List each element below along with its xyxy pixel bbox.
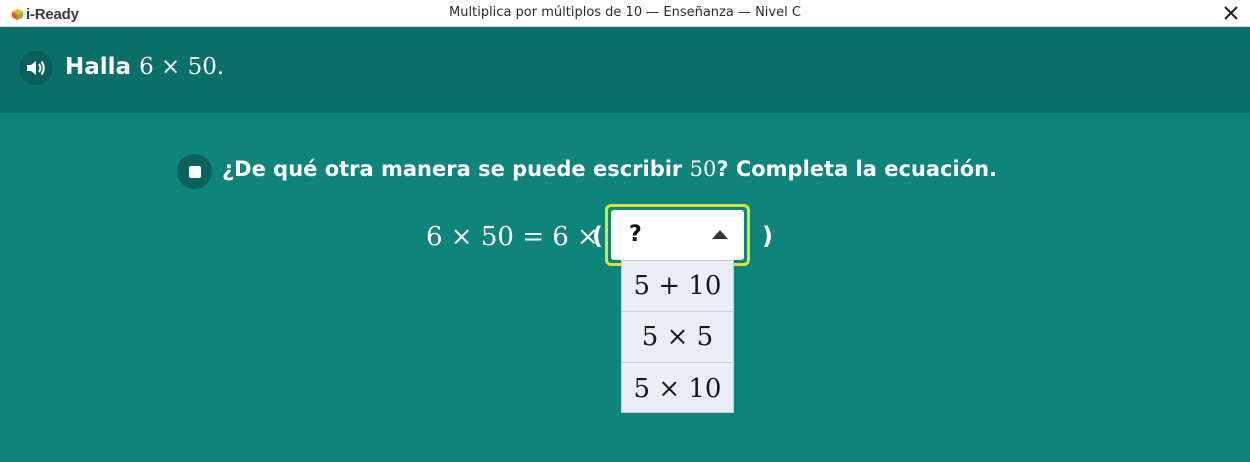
audio-button[interactable] xyxy=(19,51,53,85)
question-post: ? Completa la ecuación. xyxy=(716,157,998,181)
speaker-icon xyxy=(27,60,45,76)
paren-open: ( xyxy=(592,222,603,250)
stop-icon xyxy=(188,165,201,178)
prompt-math: 6 × 50. xyxy=(139,54,225,80)
question-math: 50 xyxy=(689,157,717,181)
question-text: ¿De qué otra manera se puede escribir 50… xyxy=(222,157,997,181)
prompt-text: Halla 6 × 50. xyxy=(65,54,224,80)
answer-dropdown[interactable]: ? xyxy=(605,204,750,266)
question-pre: ¿De qué otra manera se puede escribir xyxy=(222,157,690,181)
dropdown-option[interactable]: 5 × 5 xyxy=(622,312,733,363)
dropdown-option[interactable]: 5 × 10 xyxy=(622,363,733,414)
dropdown-option[interactable]: 5 + 10 xyxy=(622,261,733,312)
dropdown-selected-value: ? xyxy=(629,222,642,247)
window-title: Multiplica por múltiplos de 10 — Enseñan… xyxy=(449,5,801,20)
paren-close: ) xyxy=(762,222,773,250)
close-icon[interactable] xyxy=(1222,4,1240,22)
dropdown-field[interactable]: ? xyxy=(611,210,744,260)
title-bar: i-Ready Multiplica por múltiplos de 10 —… xyxy=(0,0,1250,27)
dropdown-menu: 5 + 10 5 × 5 5 × 10 xyxy=(621,260,734,413)
prompt-bar: Halla 6 × 50. xyxy=(0,27,1250,113)
caret-up-icon xyxy=(712,230,728,239)
equation-left: 6 × 50 = 6 × xyxy=(426,222,599,252)
stop-button[interactable] xyxy=(177,154,212,189)
prompt-label: Halla xyxy=(65,54,132,80)
